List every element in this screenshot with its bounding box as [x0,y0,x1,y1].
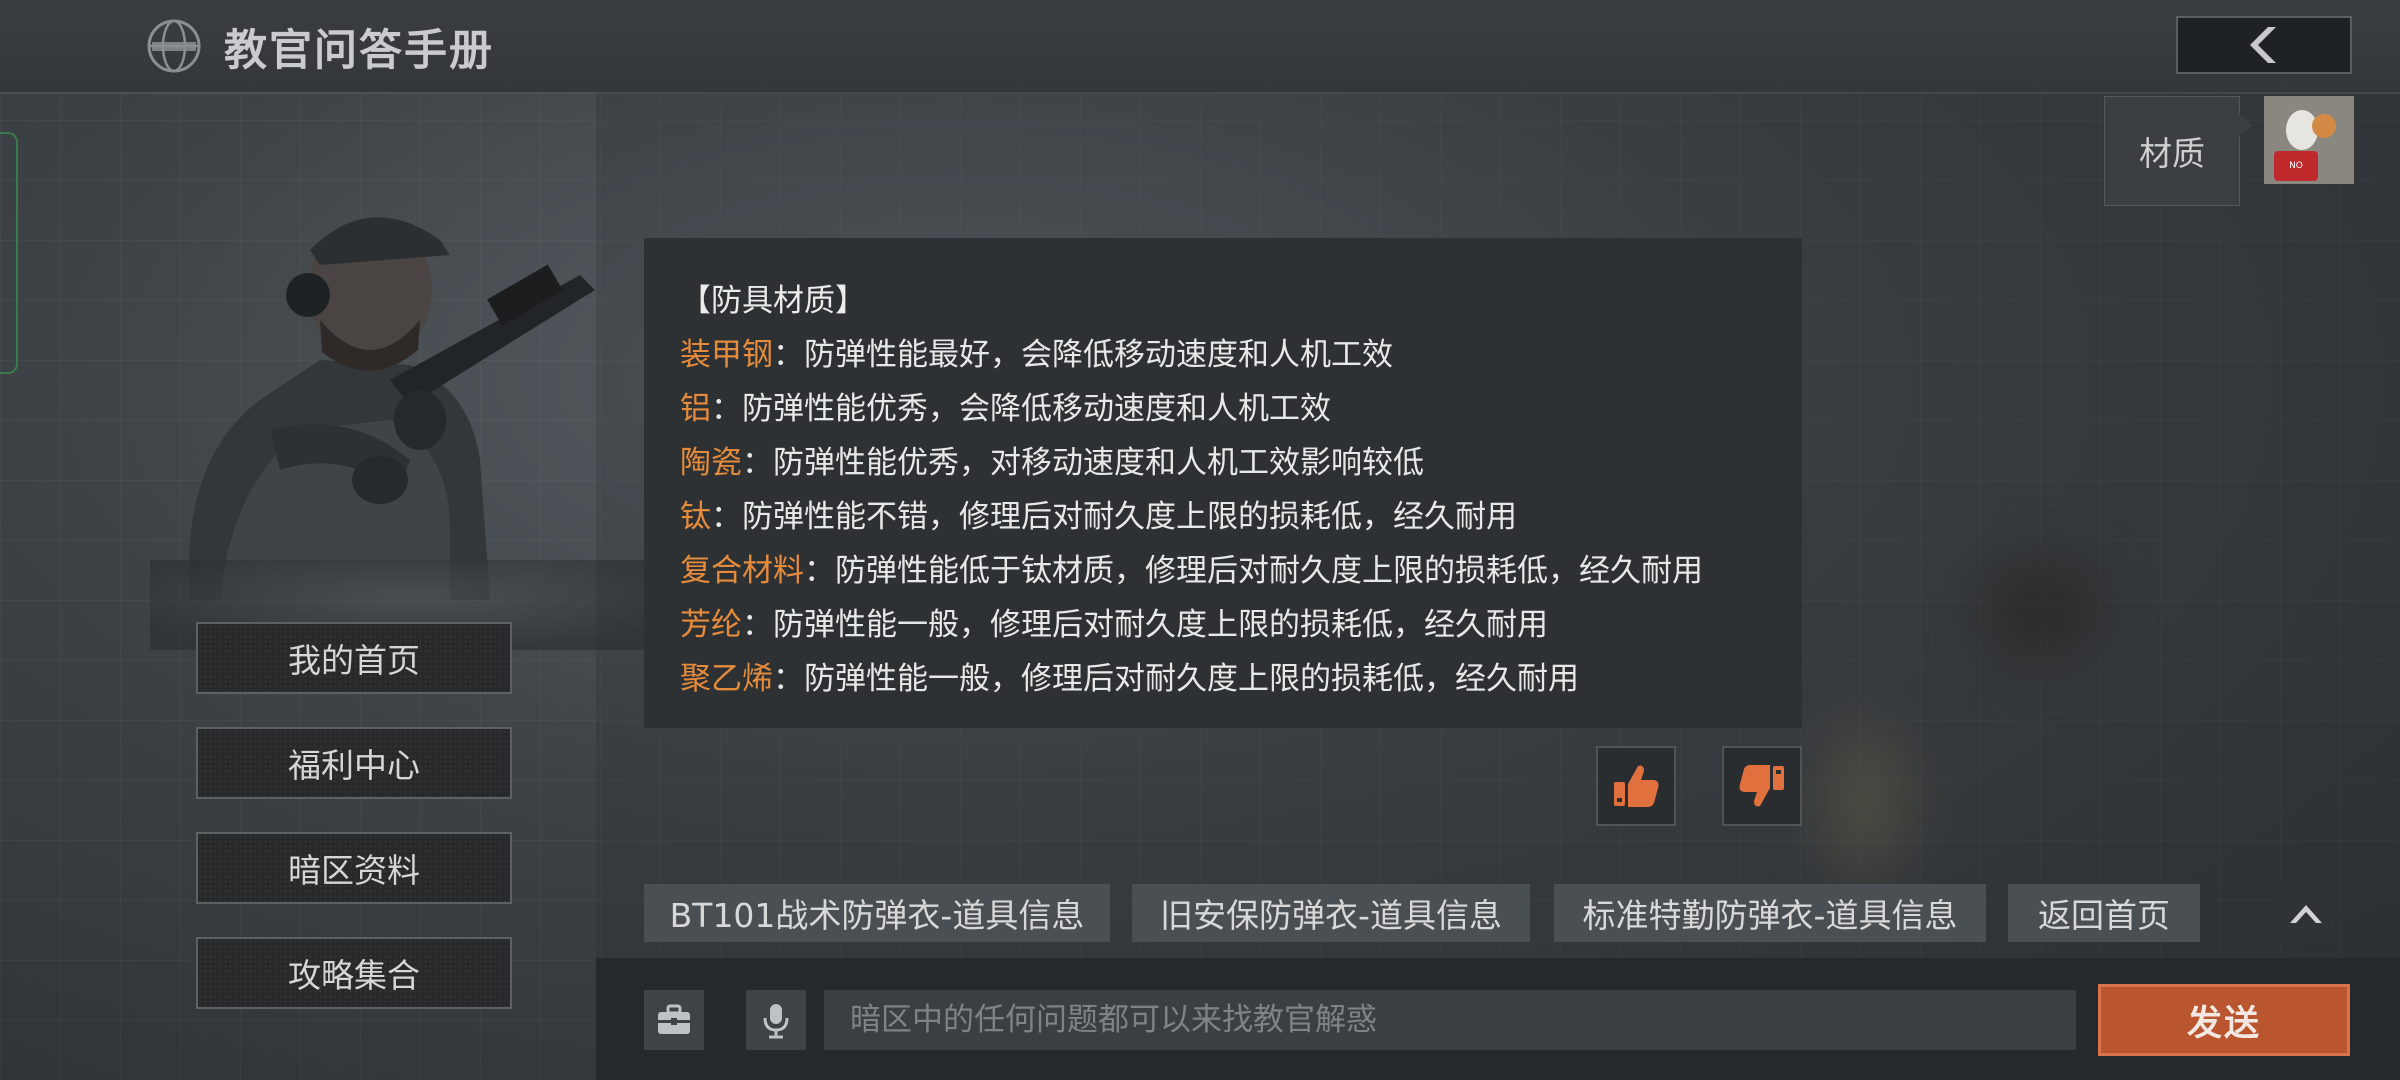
toolbox-icon [658,1004,690,1034]
answer-row: 聚乙烯：防弹性能一般，修理后对耐久度上限的损耗低，经久耐用 [680,652,1766,706]
separator: ： [711,499,742,535]
separator: ： [773,661,804,697]
suggestion-chip-home[interactable]: 返回首页 [2008,884,2200,942]
menu-home-label: 我的首页 [288,641,420,680]
suggestion-chip[interactable]: BT101战术防弹衣-道具信息 [644,884,1110,942]
answer-row: 钛：防弹性能不错，修理后对耐久度上限的损耗低，经久耐用 [680,490,1766,544]
scroll-up-button[interactable] [2278,884,2334,942]
material-term: 钛 [680,499,711,535]
menu-guides-button[interactable]: 攻略集合 [196,937,512,1009]
answer-row: 装甲钢：防弹性能最好，会降低移动速度和人机工效 [680,328,1766,382]
material-desc: 防弹性能一般，修理后对耐久度上限的损耗低，经久耐用 [804,661,1579,697]
material-desc: 防弹性能一般，修理后对耐久度上限的损耗低，经久耐用 [773,607,1548,643]
separator: ： [711,391,742,427]
material-term: 陶瓷 [680,445,742,481]
material-desc: 防弹性能优秀，对移动速度和人机工效影响较低 [773,445,1424,481]
material-desc: 防弹性能最好，会降低移动速度和人机工效 [804,337,1393,373]
menu-welfare-label: 福利中心 [288,746,420,785]
menu-welfare-button[interactable]: 福利中心 [196,727,512,799]
svg-text:NO: NO [2289,161,2303,171]
background-blur [1820,720,1910,880]
instructor-soldier-image [150,217,670,650]
thumbs-up-icon [1614,765,1659,807]
separator: ： [804,553,835,589]
suggestion-chip[interactable]: 旧安保防弹衣-道具信息 [1132,884,1530,942]
separator: ： [742,607,773,643]
material-desc: 防弹性能低于钛材质，修理后对耐久度上限的损耗低，经久耐用 [835,553,1703,589]
menu-guides-label: 攻略集合 [288,956,420,995]
thumbs-down-icon [1739,765,1784,807]
dislike-button[interactable] [1722,746,1802,826]
material-term: 芳纶 [680,607,742,643]
microphone-icon [763,1004,789,1039]
globe-helmet-icon [147,19,201,73]
send-label: 发送 [2186,1003,2261,1044]
material-desc: 防弹性能不错，修理后对耐久度上限的损耗低，经久耐用 [742,499,1517,535]
send-button[interactable]: 发送 [2098,984,2350,1056]
chevron-up-icon [2290,905,2322,923]
user-query-text: 材质 [2139,134,2205,173]
voice-button[interactable] [746,990,806,1050]
material-term: 装甲钢 [680,337,773,373]
material-term: 聚乙烯 [680,661,773,697]
material-term: 复合材料 [680,553,804,589]
answer-row: 复合材料：防弹性能低于钛材质，修理后对耐久度上限的损耗低，经久耐用 [680,544,1766,598]
like-button[interactable] [1596,746,1676,826]
page-title: 教官问答手册 [224,26,494,76]
answer-row: 芳纶：防弹性能一般，修理后对耐久度上限的损耗低，经久耐用 [680,598,1766,652]
menu-home-button[interactable]: 我的首页 [196,622,512,694]
background-blur [1980,560,2100,660]
toolbox-button[interactable] [644,990,704,1050]
material-desc: 防弹性能优秀，会降低移动速度和人机工效 [742,391,1331,427]
answer-row: 铝：防弹性能优秀，会降低移动速度和人机工效 [680,382,1766,436]
menu-darkzone-info-button[interactable]: 暗区资料 [196,832,512,904]
back-button[interactable] [2176,16,2352,74]
user-query-bubble: 材质 [2104,96,2253,206]
answer-heading: 【防具材质】 [680,283,866,319]
answer-row: 陶瓷：防弹性能优秀，对移动速度和人机工效影响较低 [680,436,1766,490]
separator: ： [773,337,804,373]
chat-input[interactable] [824,990,2076,1050]
user-avatar: NO [2264,96,2354,184]
top-bar: 教官问答手册 [0,0,2400,94]
chevron-left-icon [2250,27,2276,63]
menu-darkzone-info-label: 暗区资料 [288,851,420,890]
side-drawer-handle[interactable] [0,132,18,374]
separator: ： [742,445,773,481]
material-term: 铝 [680,391,711,427]
answer-bubble: 【防具材质】 装甲钢：防弹性能最好，会降低移动速度和人机工效 铝：防弹性能优秀，… [644,238,1802,728]
suggestion-chip[interactable]: 标准特勤防弹衣-道具信息 [1554,884,1986,942]
